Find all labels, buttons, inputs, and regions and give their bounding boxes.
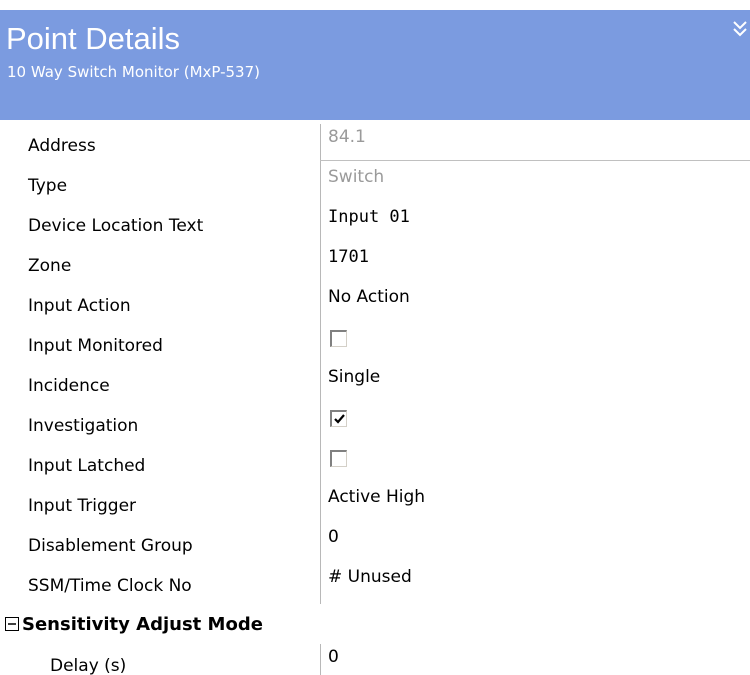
property-row[interactable]: Address 84.1 (0, 124, 750, 164)
column-divider (320, 484, 321, 524)
double-chevron-down-icon[interactable] (730, 18, 750, 42)
panel-header: Point Details 10 Way Switch Monitor (MxP… (0, 10, 750, 120)
property-value[interactable]: 1701 (328, 247, 369, 267)
property-value[interactable]: Single (328, 367, 380, 387)
column-divider (320, 644, 321, 675)
property-row[interactable]: Input Monitored (0, 324, 750, 364)
property-checkbox[interactable] (330, 330, 347, 347)
property-value[interactable]: 0 (328, 527, 339, 547)
section-header[interactable]: Sensitivity Adjust Mode (0, 604, 750, 644)
column-divider (320, 444, 321, 484)
property-label: Delay (s) (50, 656, 127, 675)
property-value[interactable]: Input 01 (328, 207, 410, 227)
column-divider (320, 284, 321, 324)
property-row[interactable]: Disablement Group 0 (0, 524, 750, 564)
panel-subtitle: 10 Way Switch Monitor (MxP-537) (7, 63, 260, 81)
column-divider (320, 404, 321, 444)
property-value[interactable]: 0 (328, 647, 339, 667)
property-label: Incidence (28, 376, 110, 396)
property-row[interactable]: Delay (s) 0 (0, 644, 750, 675)
property-row[interactable]: Device Location Text Input 01 (0, 204, 750, 244)
property-value: 84.1 (328, 127, 366, 147)
section-label: Sensitivity Adjust Mode (22, 614, 263, 635)
property-label: SSM/Time Clock No (28, 576, 192, 596)
property-checkbox[interactable] (330, 410, 347, 427)
column-divider (320, 324, 321, 364)
property-checkbox[interactable] (330, 450, 347, 467)
panel-title: Point Details (6, 21, 181, 56)
property-label: Input Action (28, 296, 131, 316)
property-label: Zone (28, 256, 72, 276)
property-label: Address (28, 136, 96, 156)
property-label: Input Trigger (28, 496, 137, 516)
property-label: Investigation (28, 416, 139, 436)
column-divider (320, 524, 321, 564)
column-divider (320, 164, 321, 204)
property-row[interactable]: Input Action No Action (0, 284, 750, 324)
property-row[interactable]: Investigation (0, 404, 750, 444)
address-field-underline (320, 160, 750, 161)
property-row[interactable]: Input Latched (0, 444, 750, 484)
property-row[interactable]: Type Switch (0, 164, 750, 204)
column-divider (320, 364, 321, 404)
column-divider (320, 124, 321, 164)
column-divider (320, 564, 321, 604)
checkmark-icon (334, 414, 345, 424)
property-value[interactable]: No Action (328, 287, 410, 307)
property-label: Device Location Text (28, 216, 204, 236)
property-label: Input Monitored (28, 336, 163, 356)
property-label: Disablement Group (28, 536, 193, 556)
collapse-minus-icon[interactable] (5, 617, 19, 631)
property-value[interactable]: # Unused (328, 567, 412, 587)
property-row[interactable]: Zone 1701 (0, 244, 750, 284)
column-divider (320, 244, 321, 284)
property-value[interactable]: Active High (328, 487, 425, 507)
property-value: Switch (328, 167, 385, 187)
property-label: Input Latched (28, 456, 146, 476)
property-row[interactable]: Incidence Single (0, 364, 750, 404)
column-divider (320, 204, 321, 244)
property-row[interactable]: Input Trigger Active High (0, 484, 750, 524)
point-details-panel: Point Details 10 Way Switch Monitor (MxP… (0, 0, 750, 675)
property-label: Type (28, 176, 68, 196)
property-row[interactable]: SSM/Time Clock No # Unused (0, 564, 750, 604)
